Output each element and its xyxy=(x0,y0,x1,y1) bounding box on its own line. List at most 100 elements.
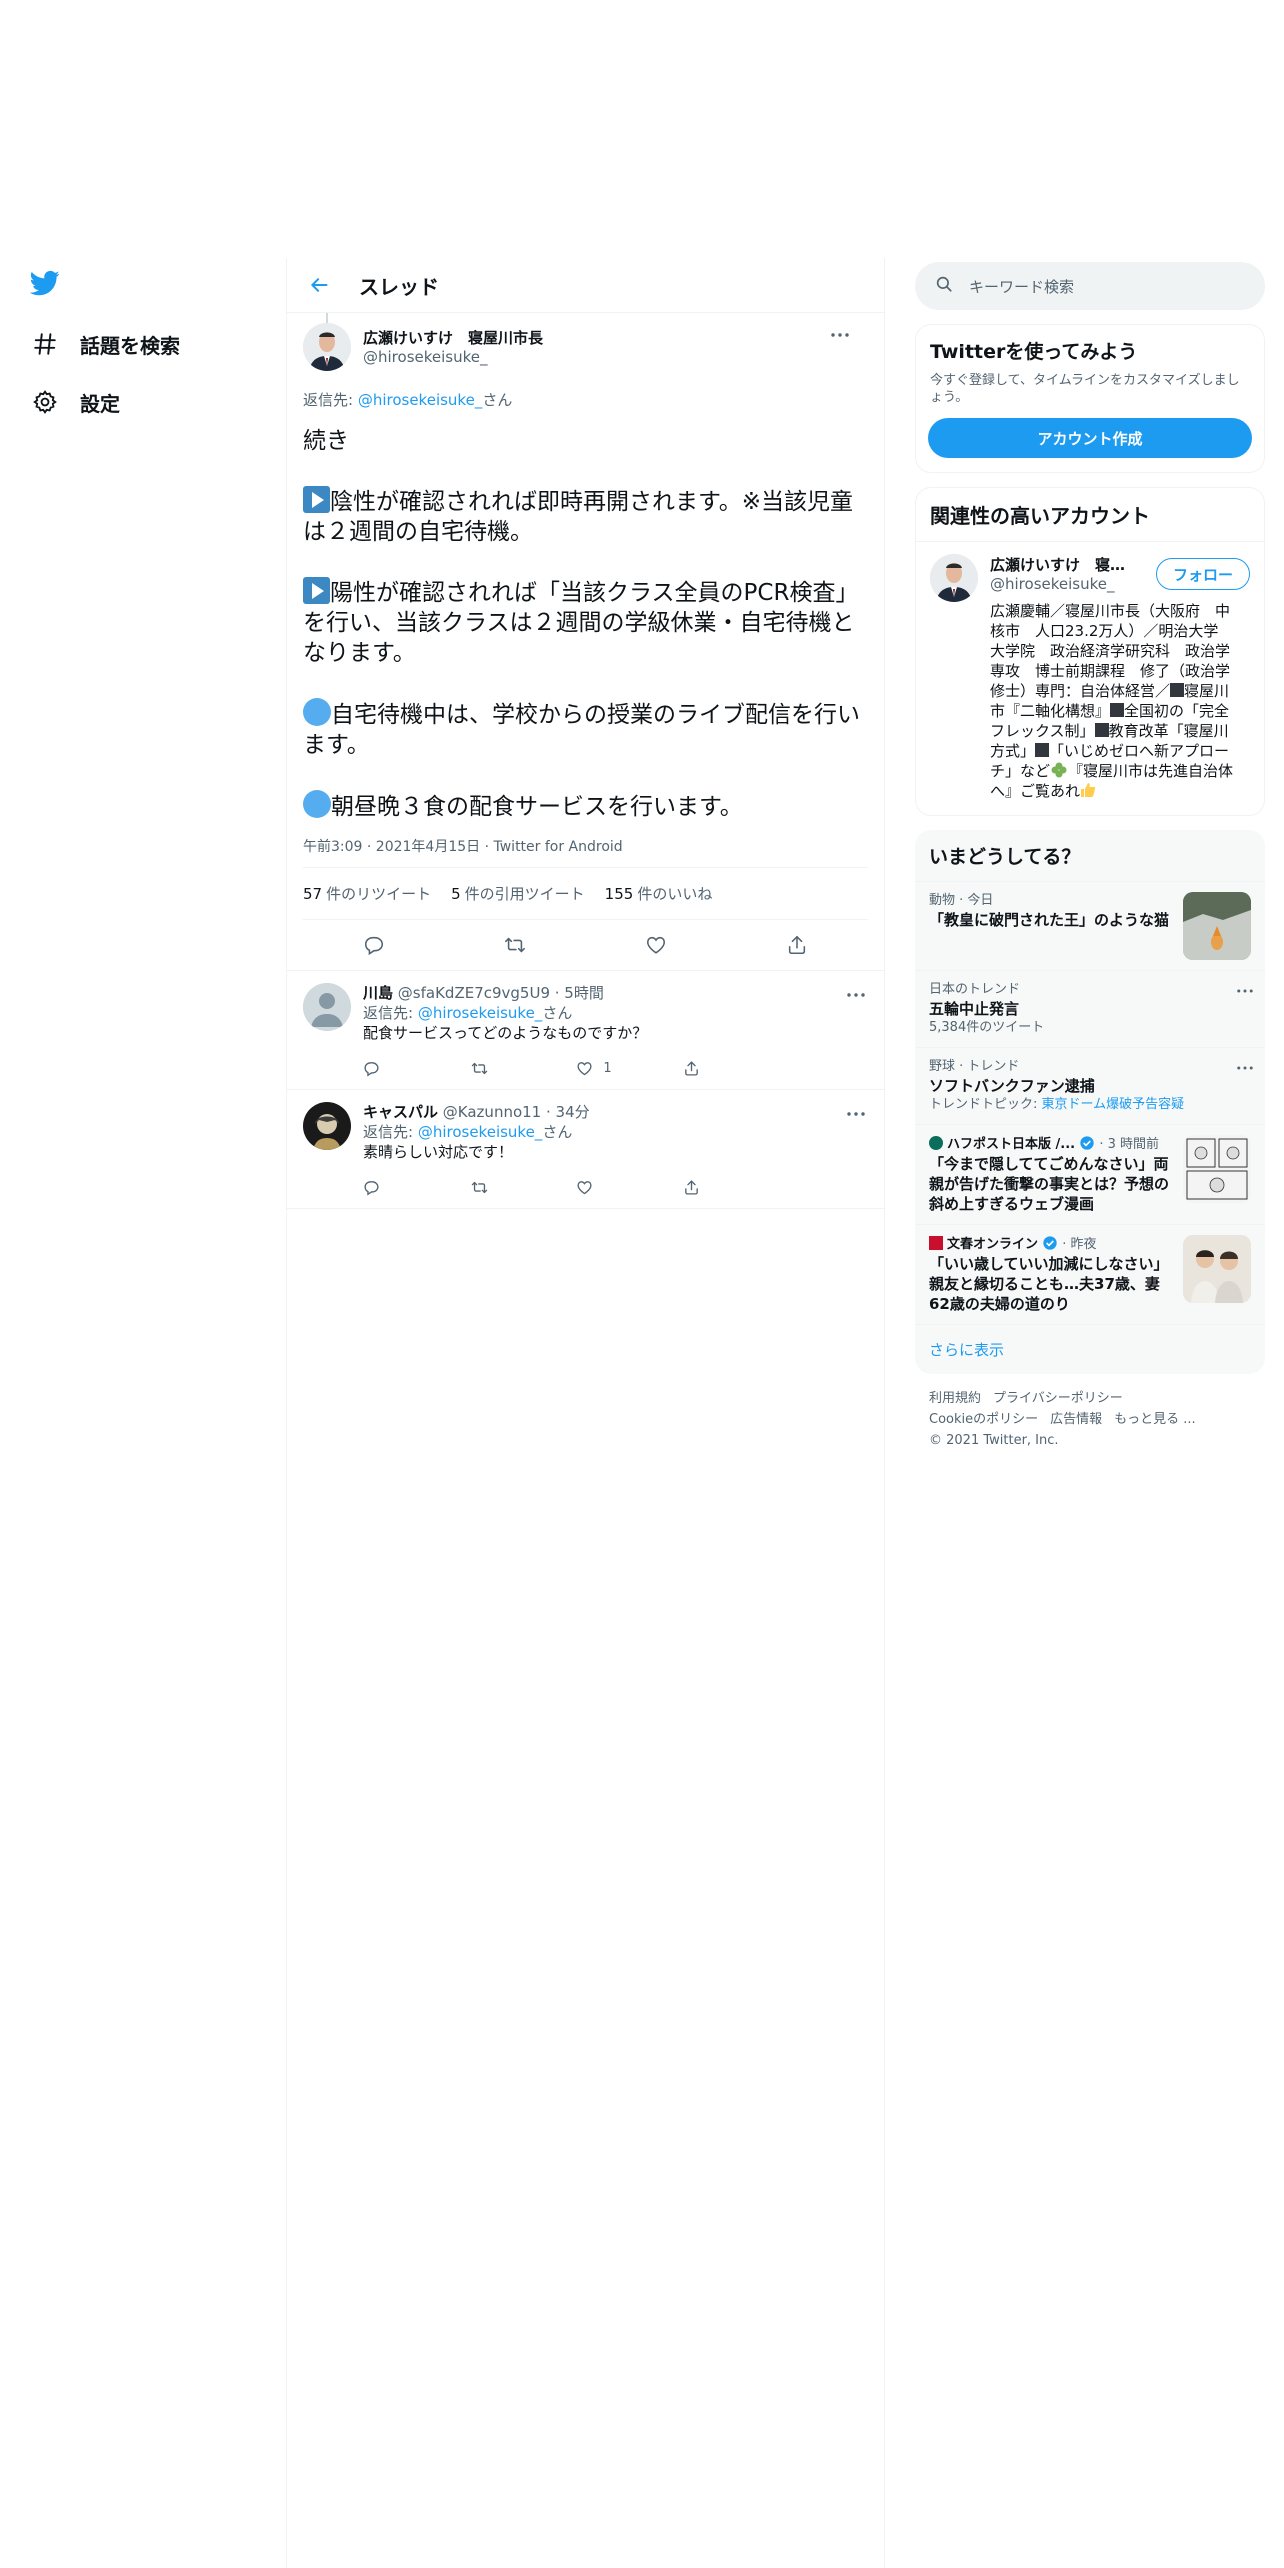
author-handle[interactable]: @hirosekeisuke_ xyxy=(363,348,543,366)
trend-item[interactable]: 動物 · 今日 「教皇に破門された王」のような猫 xyxy=(915,881,1265,970)
news-item[interactable]: ハフポスト日本版 /... · 3 時間前 「今まで隠しててごめんなさい」両親が… xyxy=(915,1124,1265,1224)
retweet-icon[interactable] xyxy=(470,1060,570,1077)
like-heart-icon[interactable] xyxy=(639,928,673,962)
trend-topic: トレンドトピック: 東京ドーム爆破予告容疑 xyxy=(929,1097,1185,1112)
search-icon xyxy=(935,275,953,297)
thread-column: スレッド 広瀬けいすけ 寝屋川市長 @hirosekeisuke_ 返信先: @… xyxy=(286,258,885,2568)
avatar[interactable] xyxy=(303,983,351,1031)
footer-privacy-link[interactable]: プライバシーポリシー xyxy=(993,1391,1123,1406)
footer-more-link[interactable]: もっと見る ... xyxy=(1114,1412,1196,1427)
tweet-timestamp[interactable]: 午前3:09 · 2021年4月15日 · Twitter for Androi… xyxy=(303,836,868,868)
footer-cookie-link[interactable]: Cookieのポリシー xyxy=(929,1412,1038,1427)
like-count[interactable]: 155 件のいいね xyxy=(605,883,713,904)
retweet-count[interactable]: 57 件のリツイート xyxy=(303,883,431,904)
trend-meta: 野球 · トレンド xyxy=(929,1059,1020,1074)
reply-to-link[interactable]: @hirosekeisuke_ xyxy=(358,391,482,409)
huffpost-logo-icon xyxy=(929,1136,943,1150)
trend-topic-link[interactable]: 東京ドーム爆破予告容疑 xyxy=(1042,1097,1185,1112)
blue-circle-emoji-icon xyxy=(303,698,331,726)
nav-explore[interactable]: 話題を検索 xyxy=(30,324,180,364)
reply-to-link[interactable]: @hirosekeisuke_ xyxy=(418,1004,542,1022)
tweet-paragraph: 陰性が確認されれば即時再開されます。※当該児童は２週間の自宅待機。 xyxy=(303,486,868,547)
trend-name: 「教皇に破門された王」のような猫 xyxy=(929,911,1170,929)
retweet-icon[interactable] xyxy=(470,1179,570,1196)
reply-to-line: 返信先: @hirosekeisuke_さん xyxy=(363,1123,573,1141)
page-title: スレッド xyxy=(359,274,439,299)
related-account[interactable]: 広瀬けいすけ 寝屋川市長 @hirosekeisuke_ 広瀬慶輔／寝屋川市長（… xyxy=(916,542,1264,815)
thread-header: スレッド xyxy=(287,258,884,313)
share-icon[interactable] xyxy=(683,1179,783,1196)
tweet-paragraph: 陽性が確認されれば「当該クラス全員のPCR検査」を行い、当該クラスは２週間の学級… xyxy=(303,577,868,668)
trend-tweet-count: 5,384件のツイート xyxy=(929,1020,1045,1035)
reply-tweet[interactable]: キャスパル @Kazunno11 · 34分 返信先: @hirosekeisu… xyxy=(287,1089,884,1209)
reply-author-name[interactable]: 川島 xyxy=(363,984,393,1002)
reply-icon[interactable] xyxy=(357,928,391,962)
trends-card: いまどうしてる？ 動物 · 今日 「教皇に破門された王」のような猫 日本のトレン… xyxy=(915,830,1265,1374)
back-arrow-icon[interactable] xyxy=(301,267,337,303)
signup-description: 今すぐ登録して、タイムラインをカスタマイズしましょう。 xyxy=(930,373,1240,405)
reply-actions: 1 xyxy=(363,1057,783,1079)
news-source-line: 文春オンライン · 昨夜 xyxy=(929,1235,1173,1254)
reply-icon[interactable] xyxy=(363,1179,463,1196)
news-headline: 「今まで隠しててごめんなさい」両親が告げた衝撃の事実とは？予想の斜め上すぎるウェ… xyxy=(929,1155,1170,1213)
reply-like-count: 1 xyxy=(603,1060,612,1076)
author-name[interactable]: 広瀬けいすけ 寝屋川市長 xyxy=(363,327,543,348)
share-icon[interactable] xyxy=(683,1060,783,1077)
news-item[interactable]: 文春オンライン · 昨夜 「いい歳していい加減にしなさい」親友と縁切ることも…夫… xyxy=(915,1224,1265,1324)
show-more-link[interactable]: さらに表示 xyxy=(915,1324,1265,1374)
follow-button[interactable]: フォロー xyxy=(1156,558,1250,590)
avatar[interactable] xyxy=(303,323,351,371)
trend-item[interactable]: 野球 · トレンド ソフトバンクファン逮捕 トレンドトピック: 東京ドーム爆破予… xyxy=(915,1047,1265,1124)
more-options-icon[interactable] xyxy=(846,1104,866,1124)
related-accounts-card: 関連性の高いアカウント 広瀬けいすけ 寝屋川市長 @hirosekeisuke_… xyxy=(915,487,1265,816)
search-input[interactable]: キーワード検索 xyxy=(915,262,1265,310)
nav-settings[interactable]: 設定 xyxy=(30,382,120,422)
thumbs-up-emoji-icon xyxy=(1080,782,1096,798)
related-account-bio: 広瀬慶輔／寝屋川市長（大阪府 中核市 人口23.2万人）／明治大学 大学院 政治… xyxy=(990,602,1234,800)
search-placeholder: キーワード検索 xyxy=(969,277,1075,296)
play-button-emoji-icon xyxy=(303,486,330,513)
reply-actions xyxy=(363,1176,783,1198)
trend-name: 五輪中止発言 xyxy=(929,1000,1020,1018)
trend-item[interactable]: 日本のトレンド 五輪中止発言 5,384件のツイート xyxy=(915,970,1265,1047)
like-heart-icon[interactable]: 1 xyxy=(576,1060,676,1077)
reply-icon[interactable] xyxy=(363,1060,463,1077)
quote-count[interactable]: 5 件の引用ツイート xyxy=(451,883,585,904)
reply-to-link[interactable]: @hirosekeisuke_ xyxy=(418,1123,542,1141)
bunshun-logo-icon xyxy=(929,1236,943,1250)
black-square-emoji-icon xyxy=(1110,703,1125,717)
news-thumbnail xyxy=(1183,1135,1251,1203)
avatar[interactable] xyxy=(930,554,978,602)
footer-links: 利用規約 プライバシーポリシー Cookieのポリシー 広告情報 もっと見る ... … xyxy=(915,1374,1265,1465)
more-options-icon[interactable] xyxy=(1235,1058,1255,1078)
create-account-button[interactable]: アカウント作成 xyxy=(928,418,1252,458)
clover-emoji-icon xyxy=(1050,761,1068,779)
avatar[interactable] xyxy=(303,1102,351,1150)
tweet-paragraph: 続き xyxy=(303,428,349,454)
like-heart-icon[interactable] xyxy=(576,1179,676,1196)
reply-tweet[interactable]: 川島 @sfaKdZE7c9vg5U9 · 5時間 返信先: @hiroseke… xyxy=(287,970,884,1089)
reply-author-name[interactable]: キャスパル xyxy=(363,1103,438,1121)
footer-terms-link[interactable]: 利用規約 xyxy=(929,1391,981,1406)
news-source-line: ハフポスト日本版 /... · 3 時間前 xyxy=(929,1135,1173,1154)
retweet-icon[interactable] xyxy=(498,928,532,962)
verified-badge-icon xyxy=(1079,1135,1095,1151)
twitter-bird-icon[interactable] xyxy=(29,268,64,302)
share-icon[interactable] xyxy=(780,928,814,962)
tweet-body: 続き 陰性が確認されれば即時再開されます。※当該児童は２週間の自宅待機。 陽性が… xyxy=(303,426,868,822)
reply-author-handle[interactable]: @sfaKdZE7c9vg5U9 · 5時間 xyxy=(398,984,604,1002)
tweet-paragraph: 朝昼晩３食の配食サービスを行います。 xyxy=(303,790,868,822)
more-options-icon[interactable] xyxy=(830,325,850,345)
footer-ads-link[interactable]: 広告情報 xyxy=(1050,1412,1102,1427)
trend-meta: 日本のトレンド xyxy=(929,982,1021,997)
reply-author-handle[interactable]: @Kazunno11 · 34分 xyxy=(443,1103,590,1121)
related-account-name[interactable]: 広瀬けいすけ 寝屋川市長 xyxy=(990,554,1140,575)
copyright: © 2021 Twitter, Inc. xyxy=(929,1433,1059,1448)
right-sidebar: キーワード検索 Twitterを使ってみよう 今すぐ登録して、タイムラインをカス… xyxy=(915,262,1265,1465)
hashtag-icon xyxy=(30,329,60,359)
more-options-icon[interactable] xyxy=(846,985,866,1005)
play-button-emoji-icon xyxy=(303,577,330,604)
verified-badge-icon xyxy=(1042,1235,1058,1251)
tweet-actions xyxy=(303,920,868,970)
more-options-icon[interactable] xyxy=(1235,981,1255,1001)
